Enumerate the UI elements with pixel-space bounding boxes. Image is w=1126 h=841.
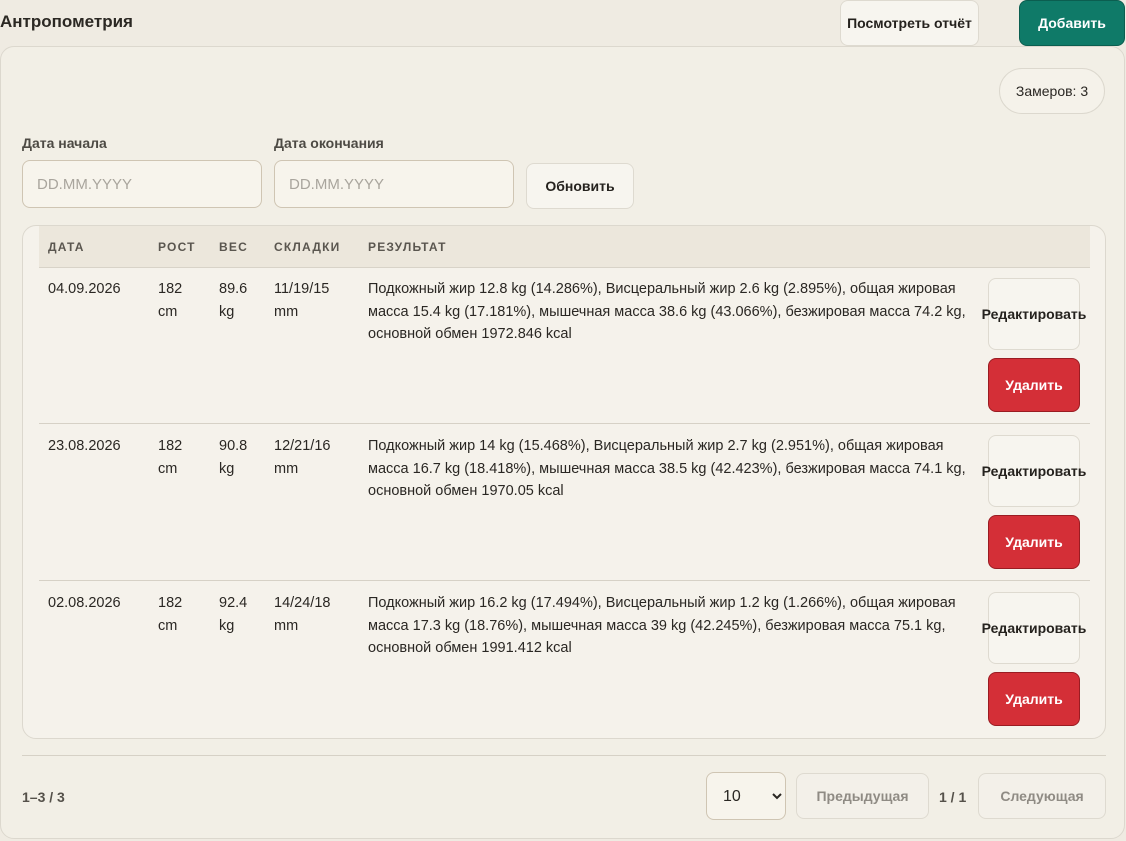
row-weight: 89.6 kg xyxy=(219,281,248,320)
row-folds: 12/21/16 mm xyxy=(274,438,331,477)
delete-button[interactable]: Удалить xyxy=(988,672,1080,726)
column-header-height: РОСТ xyxy=(158,240,196,254)
start-date-label: Дата начала xyxy=(22,135,107,151)
page-title: Антропометрия xyxy=(0,12,133,31)
view-report-button[interactable]: Посмотреть отчёт xyxy=(840,0,979,46)
row-weight: 90.8 kg xyxy=(219,438,248,477)
delete-button[interactable]: Удалить xyxy=(988,515,1080,569)
row-weight: 92.4 kg xyxy=(219,595,248,634)
edit-button[interactable]: Редактировать xyxy=(982,592,1086,664)
row-date: 02.08.2026 xyxy=(48,595,121,611)
delete-button[interactable]: Удалить xyxy=(988,358,1080,412)
row-result: Подкожный жир 12.8 kg (14.286%), Висцера… xyxy=(368,281,966,342)
refresh-button[interactable]: Обновить xyxy=(526,163,634,209)
end-date-input[interactable] xyxy=(274,160,514,208)
table-row: 23.08.2026 182 cm 90.8 kg 12/21/16 mm По… xyxy=(39,424,1090,581)
count-badge: Замеров: 3 xyxy=(999,68,1105,114)
add-button[interactable]: Добавить xyxy=(1019,0,1125,46)
start-date-input[interactable] xyxy=(22,160,262,208)
row-date: 23.08.2026 xyxy=(48,438,121,454)
table-row: 04.09.2026 182 cm 89.6 kg 11/19/15 mm По… xyxy=(39,267,1090,424)
table-row: 02.08.2026 182 cm 92.4 kg 14/24/18 mm По… xyxy=(39,581,1090,737)
page-indicator: 1 / 1 xyxy=(939,789,967,805)
column-header-result: РЕЗУЛЬТАТ xyxy=(368,240,447,254)
page-size-select[interactable]: 10 xyxy=(706,772,786,820)
row-folds: 14/24/18 mm xyxy=(274,595,331,634)
edit-button[interactable]: Редактировать xyxy=(982,435,1086,507)
column-header-weight: ВЕС xyxy=(219,240,248,254)
column-header-folds: СКЛАДКИ xyxy=(274,240,341,254)
measurements-table: ДАТА РОСТ ВЕС СКЛАДКИ РЕЗУЛЬТАТ 04.09.20… xyxy=(22,225,1106,739)
previous-page-button[interactable]: Предыдущая xyxy=(796,773,929,819)
range-label: 1–3 / 3 xyxy=(22,789,65,805)
end-date-label: Дата окончания xyxy=(274,135,384,151)
row-folds: 11/19/15 mm xyxy=(274,281,330,320)
column-header-date: ДАТА xyxy=(48,240,85,254)
row-date: 04.09.2026 xyxy=(48,281,121,297)
row-height: 182 cm xyxy=(158,595,183,634)
measurements-card: Замеров: 3 Дата начала Дата окончания Об… xyxy=(0,46,1125,839)
row-result: Подкожный жир 14 kg (15.468%), Висцераль… xyxy=(368,438,966,499)
edit-button[interactable]: Редактировать xyxy=(982,278,1086,350)
table-header: ДАТА РОСТ ВЕС СКЛАДКИ РЕЗУЛЬТАТ xyxy=(39,226,1090,268)
divider xyxy=(22,755,1106,756)
row-height: 182 cm xyxy=(158,281,183,320)
row-result: Подкожный жир 16.2 kg (17.494%), Висцера… xyxy=(368,595,956,656)
row-height: 182 cm xyxy=(158,438,183,477)
next-page-button[interactable]: Следующая xyxy=(978,773,1106,819)
